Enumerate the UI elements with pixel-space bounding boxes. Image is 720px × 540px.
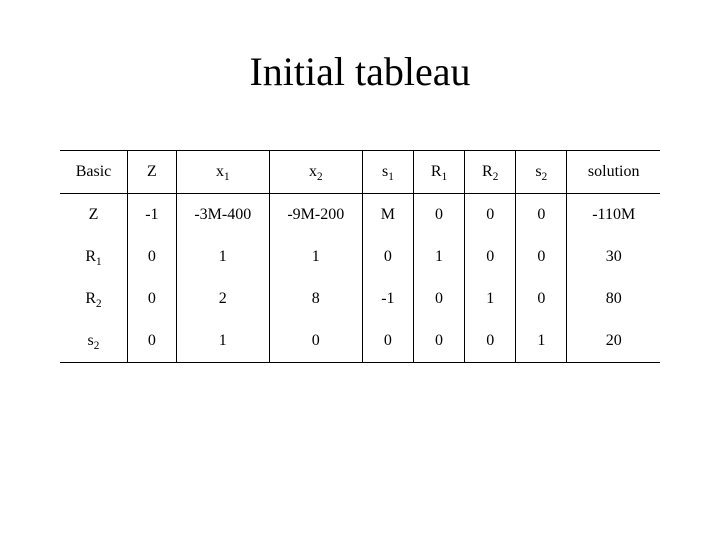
cell-x2: 0 <box>269 320 362 363</box>
col-x2: x2 <box>269 151 362 194</box>
cell-s2: 0 <box>516 194 567 237</box>
col-r2: R2 <box>465 151 516 194</box>
col-basic: Basic <box>60 151 127 194</box>
cell-z: 0 <box>127 236 176 278</box>
cell-r1: 0 <box>413 194 464 237</box>
cell-r2: 0 <box>465 236 516 278</box>
cell-r2: 1 <box>465 278 516 320</box>
table-row: R2 0 2 8 -1 0 1 0 80 <box>60 278 660 320</box>
col-solution: solution <box>567 151 660 194</box>
cell-x2: 8 <box>269 278 362 320</box>
cell-s1: -1 <box>362 278 413 320</box>
cell-x1: 1 <box>176 320 269 363</box>
col-x1: x1 <box>176 151 269 194</box>
col-s2: s2 <box>516 151 567 194</box>
cell-x1: 1 <box>176 236 269 278</box>
cell-z: 0 <box>127 278 176 320</box>
cell-r2: 0 <box>465 194 516 237</box>
col-x2-base: x <box>309 163 317 180</box>
col-x2-sub: 2 <box>317 171 323 183</box>
slide: Initial tableau Basic Z x1 x2 s1 R1 R2 s… <box>0 0 720 540</box>
simplex-tableau: Basic Z x1 x2 s1 R1 R2 s2 solution Z -1 … <box>60 150 660 363</box>
cell-r1: 0 <box>413 320 464 363</box>
col-s2-sub: 2 <box>542 171 548 183</box>
col-x1-sub: 1 <box>224 171 230 183</box>
cell-solution: -110M <box>567 194 660 237</box>
col-z: Z <box>127 151 176 194</box>
cell-basic: R2 <box>60 278 127 320</box>
cell-basic: R1 <box>60 236 127 278</box>
page-title: Initial tableau <box>0 48 720 95</box>
cell-basic-base: R <box>85 248 96 265</box>
cell-x2: -9M-200 <box>269 194 362 237</box>
cell-s2: 1 <box>516 320 567 363</box>
table-row: R1 0 1 1 0 1 0 0 30 <box>60 236 660 278</box>
cell-basic-base: R <box>85 290 96 307</box>
col-r1-sub: 1 <box>442 171 448 183</box>
cell-x2: 1 <box>269 236 362 278</box>
cell-basic-base: Z <box>89 206 99 223</box>
cell-s2: 0 <box>516 236 567 278</box>
cell-r1: 0 <box>413 278 464 320</box>
cell-basic-sub: 1 <box>96 256 102 268</box>
cell-z: 0 <box>127 320 176 363</box>
cell-x1: 2 <box>176 278 269 320</box>
col-x1-base: x <box>216 163 224 180</box>
table-row: s2 0 1 0 0 0 0 1 20 <box>60 320 660 363</box>
cell-s1: 0 <box>362 236 413 278</box>
col-r1: R1 <box>413 151 464 194</box>
cell-s2: 0 <box>516 278 567 320</box>
cell-basic: s2 <box>60 320 127 363</box>
col-r1-base: R <box>431 163 442 180</box>
cell-basic-sub: 2 <box>94 340 100 352</box>
col-s1: s1 <box>362 151 413 194</box>
cell-solution: 30 <box>567 236 660 278</box>
cell-basic-sub: 2 <box>96 298 102 310</box>
tableau-wrapper: Basic Z x1 x2 s1 R1 R2 s2 solution Z -1 … <box>60 150 660 363</box>
col-s1-sub: 1 <box>388 171 394 183</box>
cell-r1: 1 <box>413 236 464 278</box>
col-r2-base: R <box>482 163 493 180</box>
cell-s1: 0 <box>362 320 413 363</box>
col-r2-sub: 2 <box>493 171 499 183</box>
cell-r2: 0 <box>465 320 516 363</box>
cell-basic: Z <box>60 194 127 237</box>
table-header-row: Basic Z x1 x2 s1 R1 R2 s2 solution <box>60 151 660 194</box>
table-row: Z -1 -3M-400 -9M-200 M 0 0 0 -110M <box>60 194 660 237</box>
cell-solution: 80 <box>567 278 660 320</box>
cell-z: -1 <box>127 194 176 237</box>
cell-solution: 20 <box>567 320 660 363</box>
cell-s1: M <box>362 194 413 237</box>
cell-x1: -3M-400 <box>176 194 269 237</box>
